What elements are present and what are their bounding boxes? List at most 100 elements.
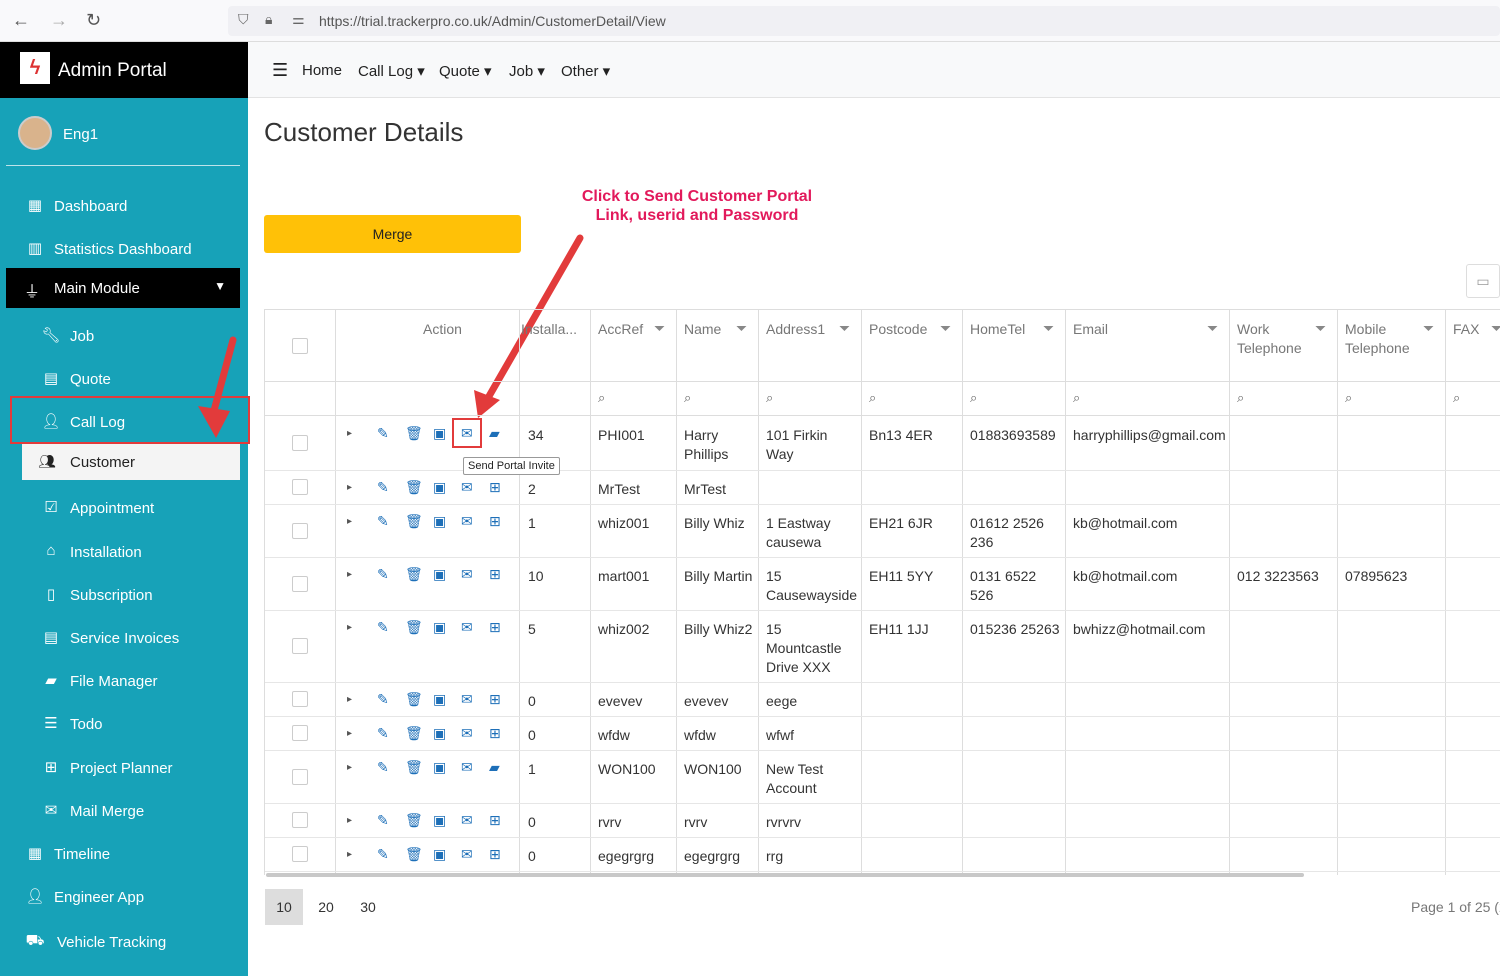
expand-row-icon[interactable]: ▸ xyxy=(347,694,352,705)
filter-icon[interactable]: ⏷ xyxy=(736,320,747,337)
nav-other[interactable]: Other ▾ xyxy=(561,62,610,80)
delete-icon[interactable]: 🗑︎ xyxy=(405,619,423,636)
edit-icon[interactable]: ✎ xyxy=(377,479,389,496)
header-fax[interactable]: FAX xyxy=(1453,320,1479,339)
search-icon[interactable]: ⌕ xyxy=(869,390,876,406)
calendar-icon[interactable]: ▣ xyxy=(433,479,446,496)
header-name[interactable]: Name xyxy=(684,320,721,339)
expand-row-icon[interactable]: ▸ xyxy=(347,849,352,860)
header-email[interactable]: Email xyxy=(1073,320,1108,339)
calendar-icon[interactable]: ▣ xyxy=(433,513,446,530)
header-work-telephone[interactable]: Work Telephone xyxy=(1237,320,1307,358)
folder-open-icon[interactable]: ▰ xyxy=(489,759,500,776)
select-all-checkbox[interactable] xyxy=(292,338,308,354)
search-icon[interactable]: ⌕ xyxy=(1237,390,1244,406)
header-mobile-telephone[interactable]: Mobile Telephone xyxy=(1345,320,1420,358)
delete-icon[interactable]: 🗑︎ xyxy=(405,759,423,776)
page-size-20[interactable]: 20 xyxy=(307,889,345,925)
folder-open-icon[interactable]: ▰ xyxy=(489,425,500,442)
edit-icon[interactable]: ✎ xyxy=(377,725,389,742)
edit-icon[interactable]: ✎ xyxy=(377,691,389,708)
row-checkbox[interactable] xyxy=(292,725,308,741)
mail-icon[interactable]: ✉ xyxy=(461,812,473,829)
search-icon[interactable]: ⌕ xyxy=(970,390,977,406)
folder-plus-icon[interactable]: ⊞ xyxy=(489,479,501,496)
expand-row-icon[interactable]: ▸ xyxy=(347,482,352,493)
filter-icon[interactable]: ⏷ xyxy=(1043,320,1054,337)
filter-icon[interactable]: ⏷ xyxy=(940,320,951,337)
folder-plus-icon[interactable]: ⊞ xyxy=(489,513,501,530)
edit-icon[interactable]: ✎ xyxy=(377,566,389,583)
row-checkbox[interactable] xyxy=(292,435,308,451)
filter-icon[interactable]: ⏷ xyxy=(1491,320,1500,337)
filter-icon[interactable]: ⏷ xyxy=(1423,320,1434,337)
delete-icon[interactable]: 🗑︎ xyxy=(405,479,423,496)
calendar-icon[interactable]: ▣ xyxy=(433,566,446,583)
nav-call-log[interactable]: Call Log ▾ xyxy=(358,62,425,80)
header-postcode[interactable]: Postcode xyxy=(869,320,927,339)
row-checkbox[interactable] xyxy=(292,575,308,592)
calendar-icon[interactable]: ▣ xyxy=(433,425,446,442)
mail-icon[interactable]: ✉ xyxy=(461,759,473,776)
row-checkbox[interactable] xyxy=(292,522,308,539)
folder-plus-icon[interactable]: ⊞ xyxy=(489,846,501,863)
search-icon[interactable]: ⌕ xyxy=(1453,390,1460,406)
header-address1[interactable]: Address1 xyxy=(766,320,825,339)
row-checkbox[interactable] xyxy=(292,479,308,495)
header-installations[interactable]: Installa... xyxy=(521,320,577,339)
mail-icon[interactable]: ✉ xyxy=(461,566,473,583)
horizontal-scrollbar[interactable] xyxy=(266,873,1304,877)
calendar-icon[interactable]: ▣ xyxy=(433,725,446,742)
filter-icon[interactable]: ⏷ xyxy=(839,320,850,337)
search-icon[interactable]: ⌕ xyxy=(684,390,691,406)
merge-button[interactable]: Merge xyxy=(264,215,521,253)
nav-quote[interactable]: Quote ▾ xyxy=(439,62,492,80)
expand-row-icon[interactable]: ▸ xyxy=(347,516,352,527)
search-icon[interactable]: ⌕ xyxy=(1345,390,1352,406)
hamburger-menu-icon[interactable]: ☰ xyxy=(272,60,288,81)
folder-plus-icon[interactable]: ⊞ xyxy=(489,619,501,636)
row-checkbox[interactable] xyxy=(292,768,308,785)
row-checkbox[interactable] xyxy=(292,691,308,707)
filter-icon[interactable]: ⏷ xyxy=(654,320,665,337)
export-icon[interactable]: ▭ xyxy=(1466,264,1500,298)
mail-icon[interactable]: ✉ xyxy=(461,479,473,496)
edit-icon[interactable]: ✎ xyxy=(377,619,389,636)
nav-job[interactable]: Job ▾ xyxy=(509,62,545,80)
filter-icon[interactable]: ⏷ xyxy=(1207,320,1218,337)
folder-plus-icon[interactable]: ⊞ xyxy=(489,566,501,583)
expand-row-icon[interactable]: ▸ xyxy=(347,815,352,826)
delete-icon[interactable]: 🗑︎ xyxy=(405,513,423,530)
search-icon[interactable]: ⌕ xyxy=(598,390,605,406)
expand-row-icon[interactable]: ▸ xyxy=(347,762,352,773)
folder-plus-icon[interactable]: ⊞ xyxy=(489,725,501,742)
header-hometel[interactable]: HomeTel xyxy=(970,320,1025,339)
mail-icon[interactable]: ✉ xyxy=(461,513,473,530)
delete-icon[interactable]: 🗑︎ xyxy=(405,691,423,708)
calendar-icon[interactable]: ▣ xyxy=(433,812,446,829)
delete-icon[interactable]: 🗑︎ xyxy=(405,425,423,442)
edit-icon[interactable]: ✎ xyxy=(377,846,389,863)
calendar-icon[interactable]: ▣ xyxy=(433,759,446,776)
page-size-30[interactable]: 30 xyxy=(349,889,387,925)
edit-icon[interactable]: ✎ xyxy=(377,425,389,442)
delete-icon[interactable]: 🗑︎ xyxy=(405,725,423,742)
delete-icon[interactable]: 🗑︎ xyxy=(405,846,423,863)
mail-icon[interactable]: ✉ xyxy=(461,725,473,742)
edit-icon[interactable]: ✎ xyxy=(377,759,389,776)
filter-icon[interactable]: ⏷ xyxy=(1315,320,1326,337)
calendar-icon[interactable]: ▣ xyxy=(433,846,446,863)
mail-icon[interactable]: ✉ xyxy=(461,619,473,636)
nav-home[interactable]: Home xyxy=(302,62,342,79)
edit-icon[interactable]: ✎ xyxy=(377,513,389,530)
edit-icon[interactable]: ✎ xyxy=(377,812,389,829)
search-icon[interactable]: ⌕ xyxy=(1073,390,1080,406)
row-checkbox[interactable] xyxy=(292,846,308,862)
expand-row-icon[interactable]: ▸ xyxy=(347,569,352,580)
calendar-icon[interactable]: ▣ xyxy=(433,619,446,636)
calendar-icon[interactable]: ▣ xyxy=(433,691,446,708)
search-icon[interactable]: ⌕ xyxy=(766,390,773,406)
expand-row-icon[interactable]: ▸ xyxy=(347,428,352,439)
row-checkbox[interactable] xyxy=(292,638,308,654)
folder-plus-icon[interactable]: ⊞ xyxy=(489,812,501,829)
